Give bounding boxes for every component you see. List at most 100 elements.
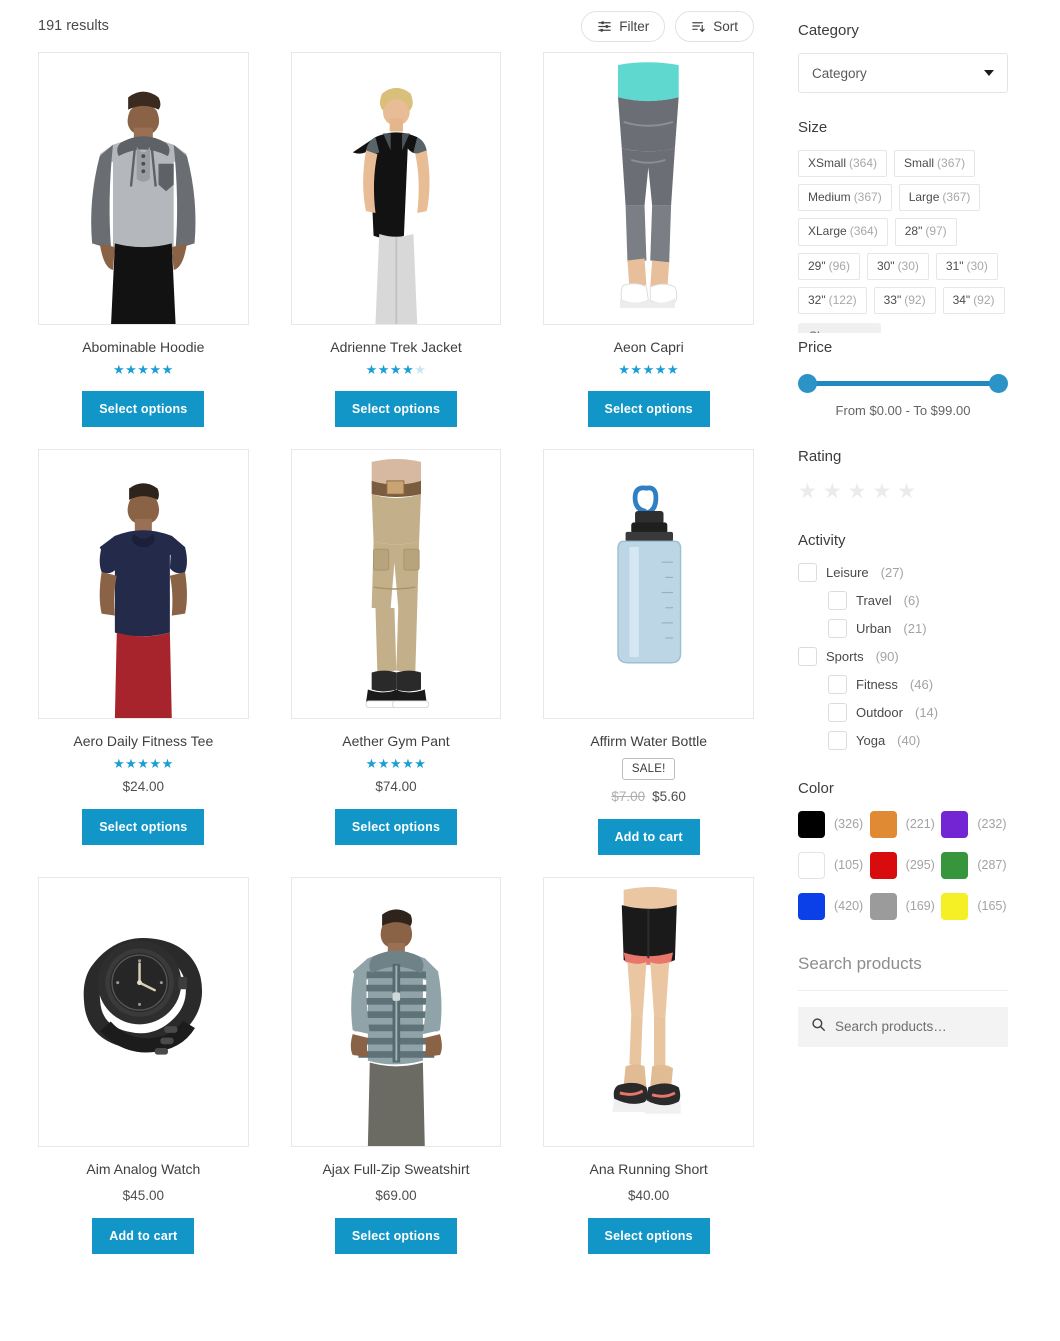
size-chip[interactable]: Small (367) [894, 150, 976, 178]
product-card[interactable]: Abominable Hoodie ★★★★★ Select options [38, 52, 249, 449]
product-card[interactable]: Affirm Water Bottle SALE! $7.00 $5.60 Add… [543, 449, 754, 877]
size-chip-label: 30" [876, 258, 895, 273]
color-option-blue[interactable]: (420) [798, 892, 870, 920]
product-image[interactable] [543, 52, 754, 325]
color-swatch[interactable] [941, 892, 969, 920]
product-rating: ★★★★★ [365, 362, 427, 378]
select-options-button[interactable]: Select options [334, 809, 458, 846]
checkbox[interactable] [828, 702, 847, 722]
size-chip-label: XSmall [808, 156, 847, 170]
size-chip[interactable]: 32" (122) [798, 286, 867, 314]
color-swatch[interactable] [941, 810, 969, 838]
color-swatch[interactable] [798, 810, 825, 838]
sort-button[interactable]: Sort [675, 10, 754, 42]
checkbox[interactable] [828, 674, 847, 694]
womens-grey-capri-leggings-illustration [544, 53, 753, 324]
color-option-grey[interactable]: (169) [869, 892, 942, 920]
activity-item-travel[interactable]: Travel (6) [798, 590, 1008, 610]
size-chip-count: (122) [828, 292, 857, 307]
add-to-cart-button[interactable]: Add to cart [92, 1217, 195, 1254]
color-option-black[interactable]: (326) [798, 810, 870, 838]
select-options-button[interactable]: Select options [587, 391, 710, 428]
checkbox[interactable] [798, 562, 817, 582]
product-image[interactable] [290, 52, 502, 325]
size-chip[interactable]: 30" (30) [866, 252, 929, 280]
activity-count: (27) [880, 564, 904, 580]
product-card[interactable]: Aero Daily Fitness Tee ★★★★★ $24.00 Sele… [38, 449, 249, 877]
product-image[interactable] [38, 52, 249, 325]
product-card[interactable]: Adrienne Trek Jacket ★★★★★ Select option… [290, 52, 502, 449]
select-options-button[interactable]: Select options [82, 391, 205, 428]
product-card[interactable]: Ana Running Short $40.00 Select options [543, 877, 754, 1275]
color-option-white[interactable]: (105) [798, 851, 870, 879]
activity-item-urban[interactable]: Urban (21) [798, 618, 1008, 638]
product-image[interactable] [290, 449, 502, 720]
category-select[interactable]: Category [798, 53, 1008, 93]
size-chip[interactable]: Large (367) [898, 184, 981, 212]
color-swatch[interactable] [869, 892, 897, 920]
color-option-purple[interactable]: (232) [941, 810, 1013, 838]
product-listing-page: 191 results Filter Sort Abominable Hoodi… [0, 0, 1060, 1341]
product-image[interactable] [38, 449, 249, 720]
color-swatch[interactable] [869, 851, 897, 879]
color-swatch[interactable] [941, 851, 969, 879]
product-image[interactable] [290, 877, 502, 1148]
product-rating: ★★★★★ [365, 756, 427, 772]
product-card[interactable]: Aeon Capri ★★★★★ Select options [543, 52, 754, 449]
mens-striped-zip-hoodie-illustration [291, 878, 501, 1147]
activity-item-outdoor[interactable]: Outdoor (14) [798, 702, 1008, 722]
activity-item-yoga[interactable]: Yoga (40) [798, 730, 1008, 750]
size-chip-label: Medium [808, 190, 851, 205]
color-swatch[interactable] [798, 851, 825, 879]
mens-grey-hooded-henley-shirt-illustration [39, 53, 248, 324]
size-chip[interactable]: 31" (30) [935, 252, 998, 280]
color-swatch[interactable] [869, 810, 897, 838]
product-image[interactable] [543, 877, 754, 1148]
size-chip[interactable]: 33" (92) [873, 286, 936, 314]
size-chip[interactable]: XSmall (364) [798, 150, 888, 178]
price-slider-min-handle[interactable] [798, 373, 817, 393]
activity-item-fitness[interactable]: Fitness (46) [798, 674, 1008, 694]
price-slider[interactable] [798, 370, 1008, 396]
rating-heading: Rating [798, 447, 842, 465]
size-show-more-button[interactable]: Show more [798, 322, 881, 333]
results-toolbar: 191 results Filter Sort [0, 0, 790, 52]
size-chip[interactable]: 34" (92) [942, 286, 1005, 314]
product-title: Affirm Water Bottle [590, 733, 708, 750]
color-option-orange[interactable]: (221) [869, 810, 942, 838]
checkbox[interactable] [828, 618, 847, 638]
activity-item-sports[interactable]: Sports (90) [798, 646, 1008, 666]
product-image[interactable] [38, 877, 249, 1148]
product-search-widget: Search products Search products… [798, 954, 1008, 1047]
select-options-button[interactable]: Select options [334, 1217, 458, 1254]
size-chip-list: XSmall (364) Small (367) Medium (367) Large… [798, 150, 1010, 314]
filter-button[interactable]: Filter [581, 10, 666, 42]
size-chip[interactable]: 29" (96) [798, 252, 860, 280]
size-chip-count: (364) [849, 224, 878, 239]
color-swatch-grid: (326) (221) (232) (105) (295) (287) (420… [798, 810, 1013, 920]
price-slider-max-handle[interactable] [989, 373, 1008, 393]
add-to-cart-button[interactable]: Add to cart [597, 819, 700, 856]
checkbox[interactable] [828, 730, 847, 750]
select-options-button[interactable]: Select options [587, 1217, 710, 1254]
color-option-yellow[interactable]: (165) [941, 892, 1013, 920]
size-chip[interactable]: XLarge (364) [798, 218, 888, 246]
select-options-button[interactable]: Select options [334, 391, 458, 428]
rating-stars[interactable]: ★★★★★ [798, 479, 1008, 504]
size-chip[interactable]: Medium (367) [798, 184, 892, 212]
search-input[interactable]: Search products… [798, 1006, 1008, 1047]
color-option-red[interactable]: (295) [869, 851, 942, 879]
checkbox[interactable] [828, 590, 847, 610]
select-options-button[interactable]: Select options [82, 809, 205, 846]
color-swatch[interactable] [798, 892, 825, 920]
search-input-placeholder: Search products… [835, 1019, 947, 1035]
color-option-green[interactable]: (287) [941, 851, 1013, 879]
product-card[interactable]: Aether Gym Pant ★★★★★ $74.00 Select opti… [290, 449, 502, 877]
color-count: (221) [905, 817, 935, 832]
size-chip[interactable]: 28" (97) [894, 218, 957, 246]
checkbox[interactable] [798, 646, 817, 666]
product-card[interactable]: Ajax Full-Zip Sweatshirt $69.00 Select o… [290, 877, 502, 1275]
activity-item-leisure[interactable]: Leisure (27) [798, 562, 1008, 582]
product-image[interactable] [543, 449, 754, 720]
product-card[interactable]: Aim Analog Watch $45.00 Add to cart [38, 877, 249, 1275]
